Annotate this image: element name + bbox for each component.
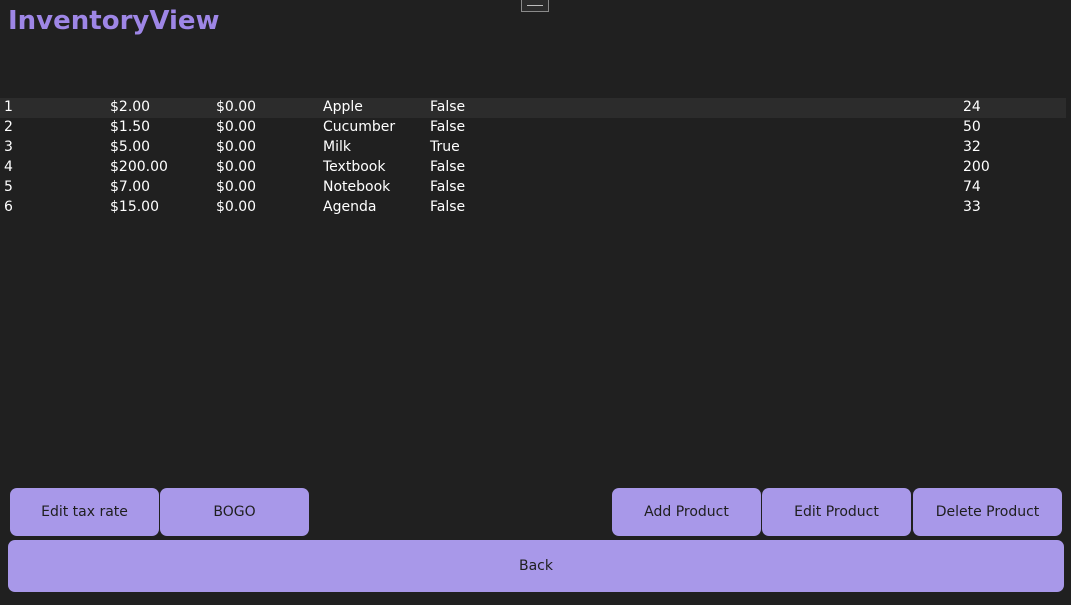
cell-tax: $0.00 bbox=[216, 99, 257, 115]
table-row[interactable]: 1 $2.00 $0.00 Apple False 24 bbox=[0, 98, 1066, 118]
cell-quantity: 74 bbox=[963, 179, 981, 195]
cell-id: 1 bbox=[4, 99, 13, 115]
cell-price: $7.00 bbox=[110, 179, 151, 195]
table-row[interactable]: 6 $15.00 $0.00 Agenda False 33 bbox=[0, 198, 1066, 218]
cell-name: Textbook bbox=[323, 159, 386, 175]
page-title: InventoryView bbox=[8, 6, 220, 36]
cell-id: 4 bbox=[4, 159, 13, 175]
cell-quantity: 32 bbox=[963, 139, 981, 155]
back-button[interactable]: Back bbox=[8, 540, 1064, 592]
cell-id: 6 bbox=[4, 199, 13, 215]
cell-name: Cucumber bbox=[323, 119, 396, 135]
window-grip-icon[interactable] bbox=[521, 0, 549, 12]
edit-tax-rate-button[interactable]: Edit tax rate bbox=[10, 488, 159, 536]
cell-id: 3 bbox=[4, 139, 13, 155]
table-row[interactable]: 3 $5.00 $0.00 Milk True 32 bbox=[0, 138, 1066, 158]
cell-name: Milk bbox=[323, 139, 351, 155]
cell-price: $200.00 bbox=[110, 159, 168, 175]
cell-price: $1.50 bbox=[110, 119, 151, 135]
cell-name: Notebook bbox=[323, 179, 391, 195]
cell-bogo: False bbox=[430, 199, 466, 215]
cell-quantity: 200 bbox=[963, 159, 990, 175]
cell-quantity: 50 bbox=[963, 119, 981, 135]
table-row[interactable]: 4 $200.00 $0.00 Textbook False 200 bbox=[0, 158, 1066, 178]
add-product-button[interactable]: Add Product bbox=[612, 488, 761, 536]
delete-product-button[interactable]: Delete Product bbox=[913, 488, 1062, 536]
bogo-button[interactable]: BOGO bbox=[160, 488, 309, 536]
cell-bogo: False bbox=[430, 119, 466, 135]
cell-bogo: False bbox=[430, 99, 466, 115]
cell-name: Agenda bbox=[323, 199, 377, 215]
edit-product-button[interactable]: Edit Product bbox=[762, 488, 911, 536]
cell-bogo: False bbox=[430, 159, 466, 175]
cell-tax: $0.00 bbox=[216, 159, 257, 175]
cell-price: $15.00 bbox=[110, 199, 159, 215]
app-window: InventoryView 1 $2.00 $0.00 Apple False … bbox=[0, 0, 1071, 605]
cell-bogo: True bbox=[430, 139, 460, 155]
table-row[interactable]: 5 $7.00 $0.00 Notebook False 74 bbox=[0, 178, 1066, 198]
cell-tax: $0.00 bbox=[216, 139, 257, 155]
cell-id: 5 bbox=[4, 179, 13, 195]
cell-price: $5.00 bbox=[110, 139, 151, 155]
cell-tax: $0.00 bbox=[216, 199, 257, 215]
cell-quantity: 24 bbox=[963, 99, 981, 115]
cell-quantity: 33 bbox=[963, 199, 981, 215]
inventory-table: 1 $2.00 $0.00 Apple False 24 2 $1.50 $0.… bbox=[0, 98, 1066, 218]
cell-name: Apple bbox=[323, 99, 363, 115]
cell-id: 2 bbox=[4, 119, 13, 135]
cell-price: $2.00 bbox=[110, 99, 151, 115]
table-row[interactable]: 2 $1.50 $0.00 Cucumber False 50 bbox=[0, 118, 1066, 138]
cell-bogo: False bbox=[430, 179, 466, 195]
cell-tax: $0.00 bbox=[216, 119, 257, 135]
cell-tax: $0.00 bbox=[216, 179, 257, 195]
